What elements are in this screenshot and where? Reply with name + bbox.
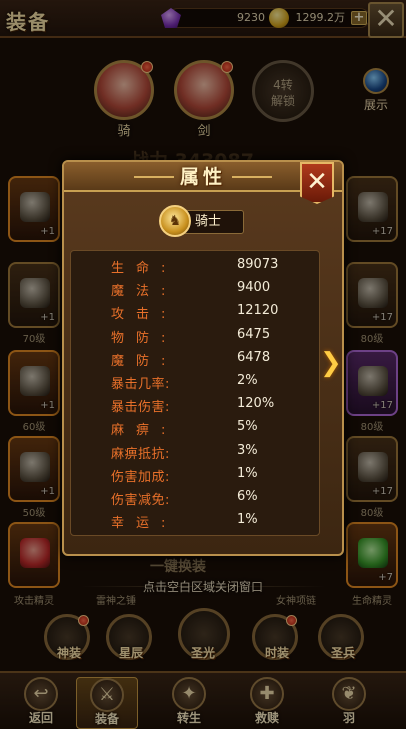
stat-name: 暴击伤害:: [111, 400, 170, 416]
stat-value: 5%: [237, 419, 258, 435]
stat-name: 伤害加成:: [111, 469, 170, 485]
attribute-dialog: 属性 ✕ ♞ 骑士 生命: 89073 魔法: 9400 攻击: 12120 物防: 6475…: [62, 160, 344, 556]
stat-row: 伤害减免: 6%: [71, 489, 321, 512]
class-badge: ♞ 骑士: [159, 205, 244, 237]
stat-name: 物防:: [111, 330, 178, 346]
stat-row: 暴击伤害: 120%: [71, 396, 321, 419]
stat-value: 6%: [237, 489, 258, 504]
stat-name: 暴击几率:: [111, 377, 170, 392]
stat-value: 1%: [237, 465, 258, 481]
stat-name: 麻痹抵抗:: [111, 446, 170, 462]
stat-row: 物防: 6475: [71, 327, 321, 350]
stat-value: 6478: [237, 349, 271, 365]
stat-row: 麻痹: 5%: [71, 419, 321, 442]
stat-row: 伤害加成: 1%: [71, 466, 321, 489]
stat-name: 生命:: [111, 261, 178, 276]
stat-row: 麻痹抵抗: 3%: [71, 443, 321, 466]
stat-row: 生命: 89073: [71, 257, 321, 280]
stat-row: 幸运: 1%: [71, 512, 321, 535]
stat-value: 9400: [237, 280, 271, 296]
close-icon[interactable]: ✕: [300, 162, 334, 204]
stat-name: 魔法:: [111, 284, 178, 300]
class-name: 骑士: [195, 214, 222, 229]
stat-value: 1%: [237, 512, 258, 528]
stat-name: 麻痹:: [111, 423, 178, 439]
stats-panel: 生命: 89073 魔法: 9400 攻击: 12120 物防: 6475 魔防: 6478 暴击几…: [70, 250, 320, 536]
stat-name: 幸运:: [111, 516, 178, 532]
stat-value: 6475: [237, 326, 271, 342]
knight-class-icon: ♞: [159, 205, 191, 237]
stat-row: 魔法: 9400: [71, 280, 321, 303]
stat-name: 伤害减免:: [111, 493, 170, 508]
stat-row: 暴击几率: 2%: [71, 373, 321, 396]
stat-value: 89073: [237, 257, 279, 272]
stat-name: 攻击:: [111, 307, 178, 323]
stat-row: 魔防: 6478: [71, 350, 321, 373]
stat-value: 12120: [237, 303, 279, 319]
stat-value: 2%: [237, 373, 258, 388]
stat-name: 魔防:: [111, 353, 178, 369]
stat-row: 攻击: 12120: [71, 303, 321, 326]
stat-value: 3%: [237, 442, 258, 458]
next-page-arrow-icon[interactable]: ❯: [320, 348, 342, 378]
stat-value: 120%: [237, 396, 275, 412]
